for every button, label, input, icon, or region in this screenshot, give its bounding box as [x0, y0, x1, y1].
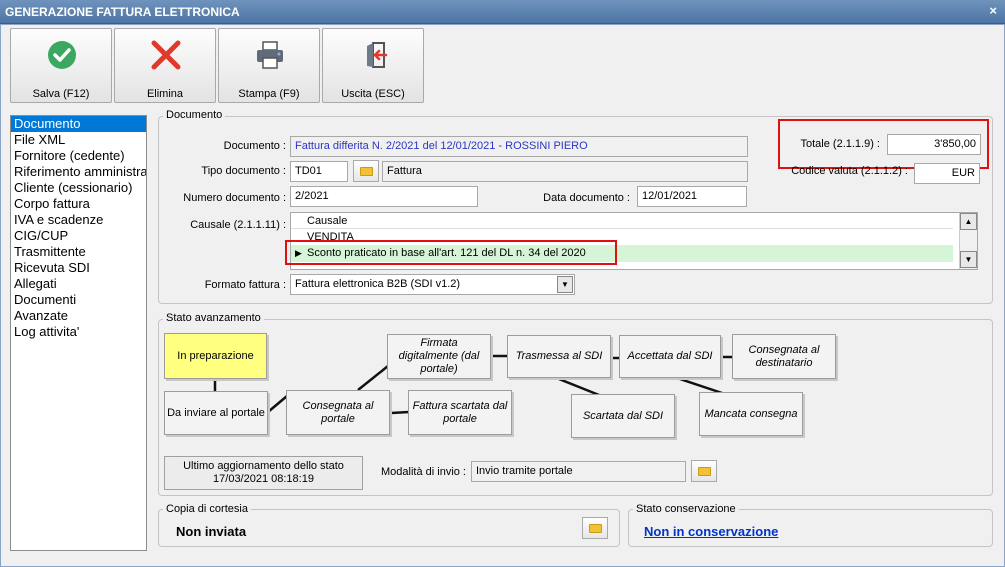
modalita-invio-lookup-button[interactable]: [691, 460, 717, 482]
state-consegnata-al-destinatario: Consegnata al destinatario: [732, 334, 836, 379]
state-scartata-dal-sdi: Scartata dal SDI: [571, 394, 675, 438]
folder-icon: [589, 524, 602, 533]
state-fattura-scartata-dal-portale: Fattura scartata dal portale: [408, 390, 512, 435]
state-firmata-digitalmente: Firmata digitalmente (dal portale): [387, 334, 491, 379]
state-accettata-dal-sdi: Accettata dal SDI: [619, 335, 721, 378]
ultimo-aggiornamento-box: Ultimo aggiornamento dello stato 17/03/2…: [164, 456, 363, 490]
conservazione-link[interactable]: Non in conservazione: [644, 524, 778, 539]
state-trasmessa-al-sdi: Trasmessa al SDI: [507, 335, 611, 378]
modalita-invio-label: Modalità di invio :: [381, 466, 466, 478]
ultimo-aggiornamento-label: Ultimo aggiornamento dello stato: [183, 460, 344, 472]
modalita-invio-field: Invio tramite portale: [471, 461, 686, 482]
stato-conservazione-title: Stato conservazione: [633, 503, 739, 515]
state-da-inviare-al-portale: Da inviare al portale: [164, 391, 268, 435]
state-consegnata-al-portale: Consegnata al portale: [286, 390, 390, 435]
state-mancata-consegna: Mancata consegna: [699, 392, 803, 436]
ultimo-aggiornamento-timestamp: 17/03/2021 08:18:19: [213, 473, 314, 485]
folder-icon: [698, 467, 711, 476]
state-in-preparazione: In preparazione: [164, 333, 267, 379]
copia-cortesia-title: Copia di cortesia: [163, 503, 251, 515]
copia-cortesia-status: Non inviata: [176, 524, 247, 539]
copia-cortesia-button[interactable]: [582, 517, 608, 539]
